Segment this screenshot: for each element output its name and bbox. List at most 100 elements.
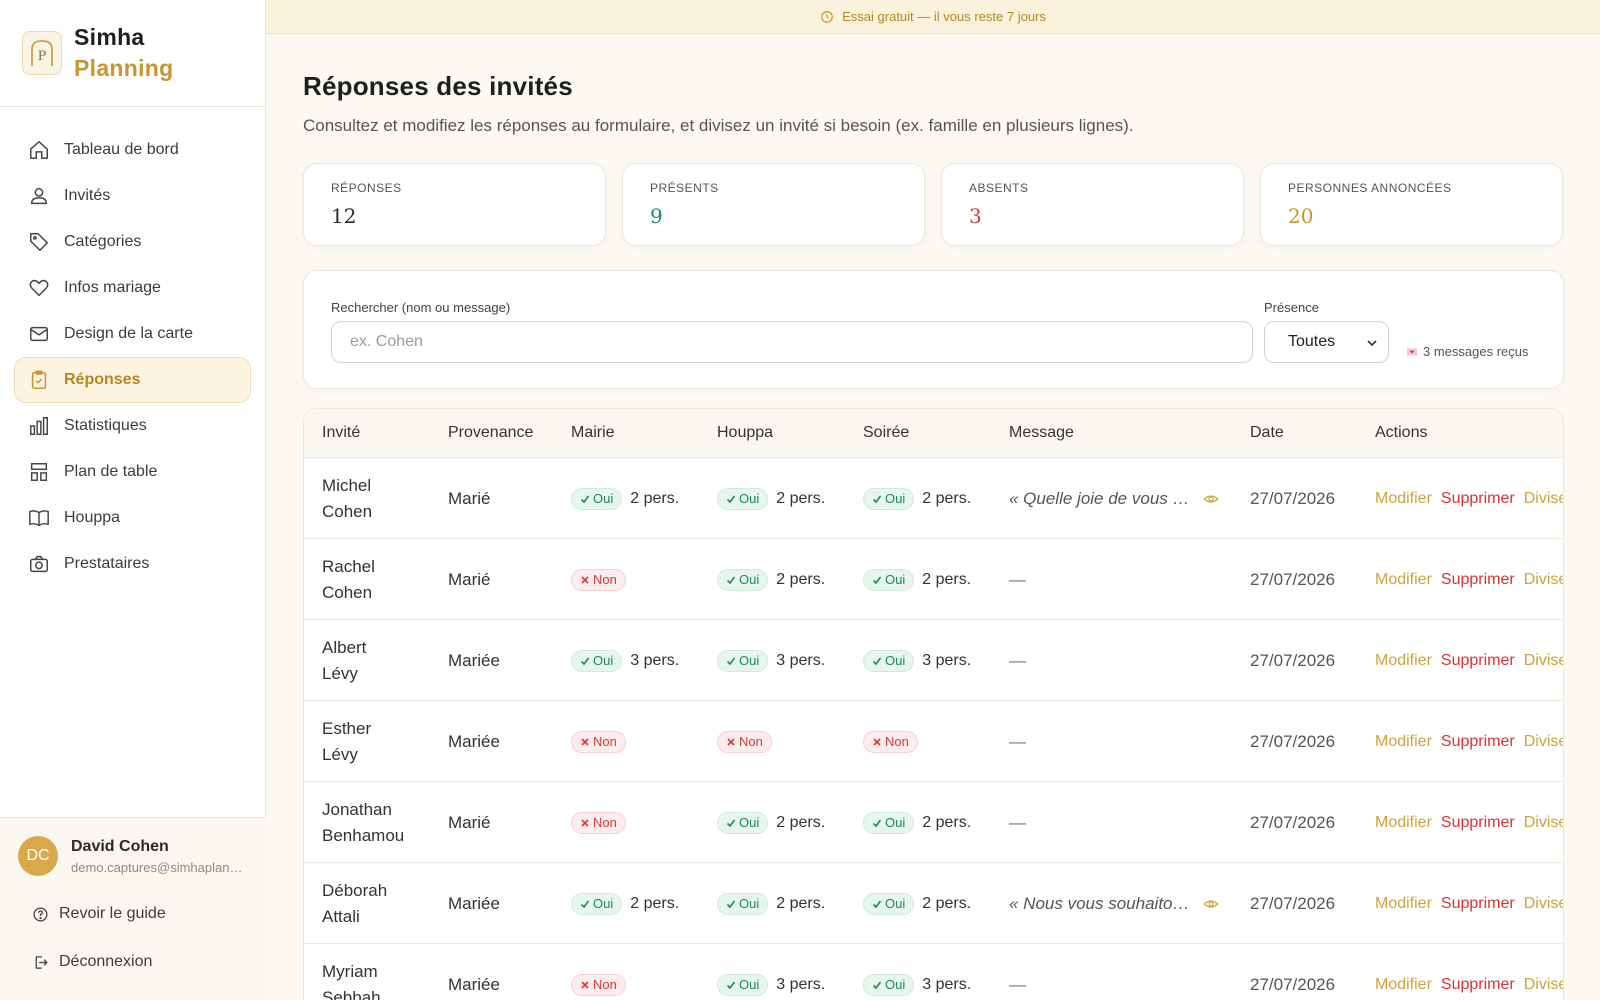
split-button[interactable]: Diviser bbox=[1524, 571, 1563, 589]
persons-count: 2 pers. bbox=[922, 813, 972, 831]
messages-count: 3 messages reçus bbox=[1406, 344, 1529, 359]
guest-provenance: Marié bbox=[448, 569, 491, 589]
edit-button[interactable]: Modifier bbox=[1375, 571, 1432, 589]
edit-button[interactable]: Modifier bbox=[1375, 652, 1432, 670]
edit-button[interactable]: Modifier bbox=[1375, 490, 1432, 508]
delete-button[interactable]: Supprimer bbox=[1441, 976, 1515, 994]
user-profile[interactable]: DC David Cohen demo.captures@simhaplanni… bbox=[0, 818, 266, 876]
nav-item-invites[interactable]: Invités bbox=[14, 173, 251, 219]
nav-item-label: Tableau de bord bbox=[64, 141, 179, 158]
cell-soiree: Oui 3 pers. bbox=[863, 620, 971, 701]
logout-link-label: Déconnexion bbox=[59, 953, 153, 970]
guest-provenance: Mariée bbox=[448, 893, 500, 913]
guest-provenance: Mariée bbox=[448, 974, 500, 994]
nav-item-design-carte[interactable]: Design de la carte bbox=[14, 311, 251, 357]
home-icon bbox=[30, 141, 48, 159]
row-actions: Modifier Supprimer Diviser bbox=[1375, 539, 1563, 620]
split-button[interactable]: Diviser bbox=[1524, 895, 1563, 913]
stat-card-presents: Présents 9 bbox=[622, 163, 925, 246]
split-button[interactable]: Diviser bbox=[1524, 814, 1563, 832]
split-button[interactable]: Diviser bbox=[1524, 490, 1563, 508]
col-header-houppa[interactable]: Houppa bbox=[717, 424, 773, 442]
cell-soiree: Oui 3 pers. bbox=[863, 944, 971, 1000]
search-input[interactable] bbox=[331, 321, 1253, 363]
split-button[interactable]: Diviser bbox=[1524, 976, 1563, 994]
avatar: DC bbox=[18, 836, 58, 876]
persons-count: 2 pers. bbox=[776, 894, 826, 912]
main-nav: Tableau de bord Invités Catégories Infos… bbox=[0, 107, 265, 587]
stat-value: 12 bbox=[331, 204, 357, 228]
status-badge-label: Oui bbox=[885, 491, 906, 506]
delete-button[interactable]: Supprimer bbox=[1441, 814, 1515, 832]
nav-item-houppa[interactable]: Houppa bbox=[14, 495, 251, 541]
status-badge-no: Non bbox=[571, 730, 626, 753]
nav-item-categories[interactable]: Catégories bbox=[14, 219, 251, 265]
presence-select[interactable]: Toutes bbox=[1264, 321, 1389, 363]
nav-item-plan-de-table[interactable]: Plan de table bbox=[14, 449, 251, 495]
nav-item-label: Infos mariage bbox=[64, 279, 161, 296]
response-date: 27/07/2026 bbox=[1250, 974, 1336, 994]
brand[interactable]: P Simha Planning bbox=[0, 0, 265, 107]
nav-item-label: Statistiques bbox=[64, 417, 147, 434]
delete-button[interactable]: Supprimer bbox=[1441, 733, 1515, 751]
presence-select-value: Toutes bbox=[1288, 333, 1336, 350]
split-button[interactable]: Diviser bbox=[1524, 652, 1563, 670]
col-header-message[interactable]: Message bbox=[1009, 424, 1074, 442]
eye-icon[interactable] bbox=[1203, 491, 1219, 507]
response-date: 27/07/2026 bbox=[1250, 488, 1336, 508]
col-header-soiree[interactable]: Soirée bbox=[863, 424, 909, 442]
clipboard-check-icon bbox=[31, 370, 47, 389]
delete-button[interactable]: Supprimer bbox=[1441, 571, 1515, 589]
nav-item-label: Houppa bbox=[64, 509, 121, 526]
guest-name: Albert Lévy bbox=[322, 620, 432, 701]
guest-name: Rachel Cohen bbox=[322, 539, 432, 620]
stat-value: 9 bbox=[650, 204, 663, 228]
cell-houppa: Oui 2 pers. bbox=[717, 539, 825, 620]
guest-message: — bbox=[1009, 974, 1026, 994]
delete-button[interactable]: Supprimer bbox=[1441, 652, 1515, 670]
persons-count: 2 pers. bbox=[776, 489, 826, 507]
help-circle-icon bbox=[33, 906, 48, 922]
table-row: Esther Lévy Mariée Non Non Non — 27/07/2026 Modi… bbox=[304, 701, 1563, 782]
edit-button[interactable]: Modifier bbox=[1375, 733, 1432, 751]
check-icon bbox=[726, 819, 736, 827]
nav-item-tableau-de-bord[interactable]: Tableau de bord bbox=[14, 127, 251, 173]
nav-item-infos-mariage[interactable]: Infos mariage bbox=[14, 265, 251, 311]
eye-icon[interactable] bbox=[1203, 896, 1219, 912]
col-header-mairie[interactable]: Mairie bbox=[571, 424, 615, 442]
guide-link[interactable]: Revoir le guide bbox=[0, 890, 266, 938]
status-badge-yes: Oui bbox=[863, 568, 915, 591]
cell-message: — bbox=[1009, 620, 1229, 701]
x-icon bbox=[581, 818, 589, 827]
delete-button[interactable]: Supprimer bbox=[1441, 895, 1515, 913]
nav-item-prestataires[interactable]: Prestataires bbox=[14, 541, 251, 587]
love-letter-icon bbox=[1407, 348, 1417, 355]
status-badge-label: Oui bbox=[739, 491, 760, 506]
col-header-provenance[interactable]: Provenance bbox=[448, 424, 533, 442]
col-header-date[interactable]: Date bbox=[1250, 424, 1284, 442]
logout-link[interactable]: Déconnexion bbox=[0, 938, 266, 986]
table-header: Invité Provenance Mairie Houppa Soirée M… bbox=[304, 409, 1563, 458]
nav-item-reponses[interactable]: Réponses bbox=[14, 357, 251, 403]
status-badge-label: Non bbox=[885, 734, 909, 749]
delete-button[interactable]: Supprimer bbox=[1441, 490, 1515, 508]
edit-button[interactable]: Modifier bbox=[1375, 895, 1432, 913]
col-header-invite[interactable]: Invité bbox=[322, 424, 360, 442]
persons-count: 3 pers. bbox=[630, 651, 680, 669]
split-button[interactable]: Diviser bbox=[1524, 733, 1563, 751]
cell-mairie: Non bbox=[571, 701, 634, 782]
tag-icon bbox=[30, 233, 48, 251]
stat-value: 3 bbox=[969, 204, 982, 228]
check-icon bbox=[580, 495, 590, 503]
cell-message: — bbox=[1009, 782, 1229, 863]
cell-mairie: Oui 2 pers. bbox=[571, 863, 679, 944]
edit-button[interactable]: Modifier bbox=[1375, 814, 1432, 832]
guest-last-name: Sebbah bbox=[322, 987, 381, 1000]
guide-link-label: Revoir le guide bbox=[59, 905, 166, 922]
edit-button[interactable]: Modifier bbox=[1375, 976, 1432, 994]
row-actions: Modifier Supprimer Diviser bbox=[1375, 458, 1563, 539]
cell-houppa: Oui 2 pers. bbox=[717, 458, 825, 539]
nav-item-statistiques[interactable]: Statistiques bbox=[14, 403, 251, 449]
guest-first-name: Michel bbox=[322, 475, 372, 495]
status-badge-yes: Oui bbox=[863, 892, 915, 915]
